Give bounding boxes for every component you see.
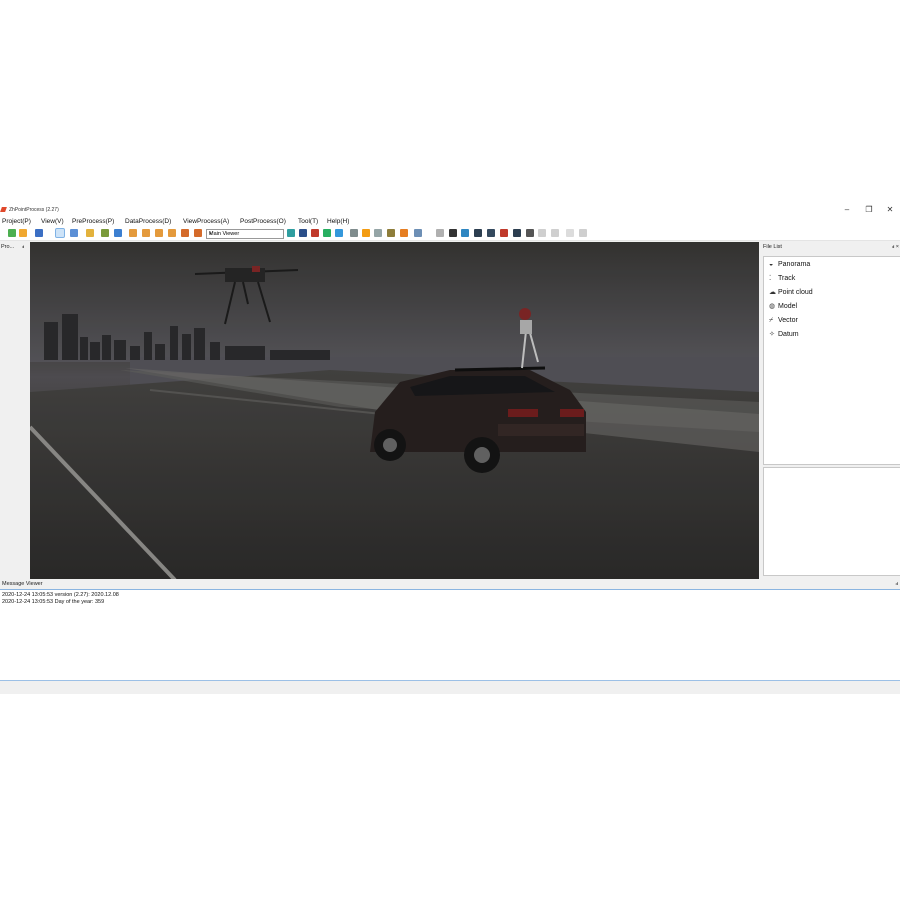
menu-tool[interactable]: Tool(T): [298, 217, 318, 226]
message-viewer-title: Message Viewer: [2, 581, 43, 587]
window-6-icon[interactable]: [194, 229, 202, 237]
tree-item-model[interactable]: ◍ Model: [769, 301, 797, 313]
panorama-icon: ◒: [769, 261, 774, 268]
export-icon[interactable]: [414, 229, 422, 237]
datum-icon: ✧: [769, 331, 775, 338]
tree-item-point-cloud[interactable]: ☁ Point cloud: [769, 287, 813, 299]
layout-icon[interactable]: [70, 229, 78, 237]
menu-postprocess[interactable]: PostProcess(O): [240, 217, 286, 226]
viewer-select[interactable]: Main Viewer ▾: [206, 229, 284, 239]
panel-float-close-icons[interactable]: ⅎ ×: [892, 243, 899, 252]
tree-item-label: Vector: [778, 317, 798, 324]
message-viewer-header: Message Viewer ⅎ: [0, 579, 900, 590]
grid-view-icon[interactable]: [513, 229, 521, 237]
pin-icon[interactable]: ⅎ: [895, 580, 898, 588]
file-list-panel: File List ⅎ × ◒ Panorama ⁚ Track ☁ Point cl…: [761, 242, 900, 577]
transform-icon[interactable]: [436, 229, 444, 237]
tree-item-panorama[interactable]: ◒ Panorama: [769, 259, 810, 271]
tree-item-label: Panorama: [778, 261, 811, 268]
tree-item-label: Datum: [778, 331, 799, 338]
folder-icon[interactable]: [86, 229, 94, 237]
globe-icon[interactable]: [114, 229, 122, 237]
menu-help[interactable]: Help(H): [327, 217, 349, 226]
new-project-icon[interactable]: [8, 229, 16, 237]
window-3-icon[interactable]: [155, 229, 163, 237]
delete-icon[interactable]: [579, 229, 587, 237]
monitor-icon[interactable]: [299, 229, 307, 237]
file-list-tree: ◒ Panorama ⁚ Track ☁ Point cloud ◍ Model ⌿ Ve…: [763, 256, 900, 465]
model-icon: ◍: [769, 303, 776, 310]
menu-project[interactable]: Project(P): [2, 217, 31, 226]
properties-pane: [763, 467, 900, 576]
file-list-title: File List: [763, 244, 782, 250]
window-icon[interactable]: [487, 229, 495, 237]
menu-dataprocess[interactable]: DataProcess(D): [125, 217, 171, 226]
open-project-icon[interactable]: [19, 229, 27, 237]
settings-icon[interactable]: [526, 229, 534, 237]
tools-cross-icon[interactable]: [449, 229, 457, 237]
message-viewer-log: 2020-12-24 13:05:53 version (2.27): 2020…: [0, 590, 900, 680]
chevron-down-icon: ▾: [209, 231, 212, 237]
select-tool-icon[interactable]: [55, 228, 65, 238]
web-icon[interactable]: [461, 229, 469, 237]
save-icon[interactable]: [35, 229, 43, 237]
measure-icon[interactable]: [350, 229, 358, 237]
menu-preprocess[interactable]: PreProcess(P): [72, 217, 114, 226]
cloud-icon[interactable]: [551, 229, 559, 237]
pin-icon[interactable]: ⅎ: [22, 243, 24, 251]
maximize-button[interactable]: ❐: [862, 205, 876, 215]
point-color-icon[interactable]: [323, 229, 331, 237]
tree-item-label: Track: [778, 275, 796, 282]
minimize-button[interactable]: –: [840, 205, 854, 215]
tree-item-label: Point cloud: [778, 289, 813, 296]
tree-item-datum[interactable]: ✧ Datum: [769, 329, 799, 341]
main-viewer[interactable]: [30, 242, 759, 580]
window-1-icon[interactable]: [129, 229, 137, 237]
share-icon[interactable]: [474, 229, 482, 237]
close-button[interactable]: ✕: [883, 205, 897, 215]
vector-icon: ⌿: [769, 317, 774, 324]
menu-viewprocess[interactable]: ViewProcess(A): [183, 217, 229, 226]
model-view-icon[interactable]: [335, 229, 343, 237]
log-line: 2020-12-24 13:05:53 Day of the year: 359: [2, 599, 105, 605]
menu-bar: Project(P) View(V) PreProcess(P) DataPro…: [0, 216, 900, 227]
status-bar: [0, 680, 900, 694]
crosshair-icon[interactable]: [566, 229, 574, 237]
network-icon[interactable]: [500, 229, 508, 237]
toolbar: Main Viewer ▾: [0, 227, 900, 241]
panorama-view-icon[interactable]: [287, 229, 295, 237]
color-map-icon[interactable]: [311, 229, 319, 237]
window-2-icon[interactable]: [142, 229, 150, 237]
title-bar: ZhPointProcess (2.27) – ❐ ✕: [0, 205, 900, 216]
file-list-header: File List ⅎ ×: [761, 242, 900, 253]
binoculars-icon[interactable]: [387, 229, 395, 237]
app-logo-icon: [0, 207, 7, 212]
application-window: ZhPointProcess (2.27) – ❐ ✕ Project(P) V…: [0, 205, 900, 694]
tree-item-vector[interactable]: ⌿ Vector: [769, 315, 798, 327]
layers-icon[interactable]: [400, 229, 408, 237]
cloud-icon: ☁: [769, 289, 776, 296]
project-panel-title: Pro...: [1, 244, 15, 250]
track-icon: ⁚: [769, 275, 772, 282]
menu-view[interactable]: View(V): [41, 217, 64, 226]
grid-icon[interactable]: [101, 229, 109, 237]
log-line: 2020-12-24 13:05:53 version (2.27): 2020…: [2, 592, 119, 598]
project-panel: Pro... ⅎ: [0, 242, 30, 580]
window-title: ZhPointProcess (2.27): [9, 207, 59, 213]
tree-item-label: Model: [778, 303, 798, 310]
tree-item-track[interactable]: ⁚ Track: [769, 273, 795, 285]
viewer-scene: [30, 242, 759, 580]
draw-icon[interactable]: [362, 229, 370, 237]
refresh-icon[interactable]: [538, 229, 546, 237]
window-4-icon[interactable]: [168, 229, 176, 237]
window-5-icon[interactable]: [181, 229, 189, 237]
vector-icon[interactable]: [374, 229, 382, 237]
